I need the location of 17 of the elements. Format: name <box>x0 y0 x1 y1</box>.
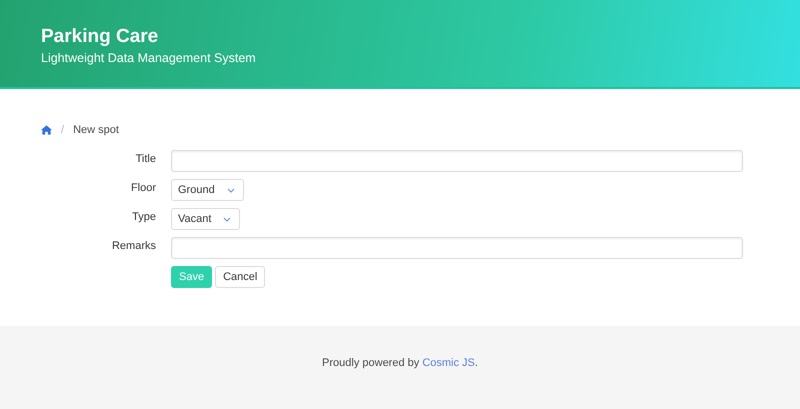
input-field[interactable] <box>171 150 743 172</box>
app-subtitle: Lightweight Data Management System <box>41 51 257 66</box>
field-label: Title <box>134 152 156 165</box>
chevron-down-icon <box>223 216 232 222</box>
footer-text: Proudly powered by Cosmic JS. <box>322 357 478 371</box>
home-icon[interactable] <box>41 125 52 135</box>
input-field[interactable] <box>171 237 743 259</box>
breadcrumb-current: New spot <box>73 124 119 136</box>
app-title: Parking Care <box>41 26 160 48</box>
chevron-down-icon <box>226 188 235 192</box>
breadcrumb-separator: / <box>61 124 64 136</box>
field-label: Floor <box>130 181 156 194</box>
select-field[interactable]: Vacant <box>171 208 240 230</box>
field-label: Remarks <box>110 239 156 252</box>
cancel-button[interactable]: Cancel <box>215 266 266 288</box>
select-field[interactable]: Ground <box>171 179 244 201</box>
field-label: Type <box>131 210 156 223</box>
